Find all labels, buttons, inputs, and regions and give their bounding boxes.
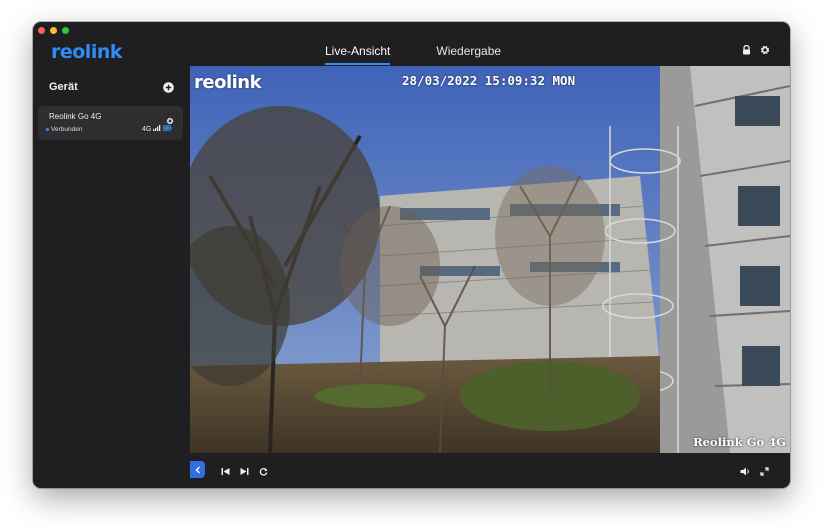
- video-timestamp: 28/03/2022 15:09:32 MON: [402, 73, 576, 88]
- tab-live-view[interactable]: Live-Ansicht: [325, 44, 391, 65]
- device-status: Verbunden: [46, 126, 82, 133]
- battery-icon: [163, 125, 172, 133]
- device-item-reolink-go-4g[interactable]: Reolink Go 4G Verbunden 4G: [38, 106, 183, 140]
- playback-controls: [190, 453, 790, 488]
- signal-icon: [153, 125, 161, 133]
- device-network: 4G: [142, 125, 172, 133]
- main-tabs: Live-Ansicht Wiedergabe: [325, 44, 501, 65]
- sidebar-title: Gerät: [49, 81, 78, 93]
- minimize-window-button[interactable]: [50, 27, 57, 34]
- window-controls: [38, 27, 69, 34]
- tab-playback[interactable]: Wiedergabe: [436, 44, 501, 64]
- maximize-window-button[interactable]: [62, 27, 69, 34]
- video-osd-logo: reolink: [194, 72, 262, 93]
- add-device-icon[interactable]: [163, 80, 174, 98]
- gear-icon[interactable]: [760, 45, 770, 55]
- app-logo: reolink: [51, 41, 123, 63]
- device-sidebar: Gerät Reolink Go 4G Verbunden 4G: [33, 66, 190, 488]
- close-window-button[interactable]: [38, 27, 45, 34]
- refresh-icon[interactable]: [259, 463, 268, 481]
- app-window: reolink Live-Ansicht Wiedergabe Gerät Re…: [33, 22, 790, 488]
- device-status-text: Verbunden: [51, 126, 83, 133]
- device-name: Reolink Go 4G: [49, 112, 102, 121]
- volume-icon[interactable]: [740, 463, 750, 481]
- fullscreen-icon[interactable]: [760, 463, 769, 481]
- lock-icon[interactable]: [742, 45, 751, 55]
- collapse-sidebar-icon[interactable]: [190, 461, 205, 478]
- status-dot: [46, 128, 49, 131]
- live-video-feed[interactable]: reolink 28/03/2022 15:09:32 MON Reolink …: [190, 66, 790, 453]
- next-icon[interactable]: [240, 463, 249, 481]
- network-label: 4G: [142, 125, 152, 133]
- previous-icon[interactable]: [221, 463, 230, 481]
- header-actions: [742, 45, 770, 55]
- camera-scene: [190, 66, 790, 453]
- video-camera-label: Reolink Go 4G: [693, 435, 786, 449]
